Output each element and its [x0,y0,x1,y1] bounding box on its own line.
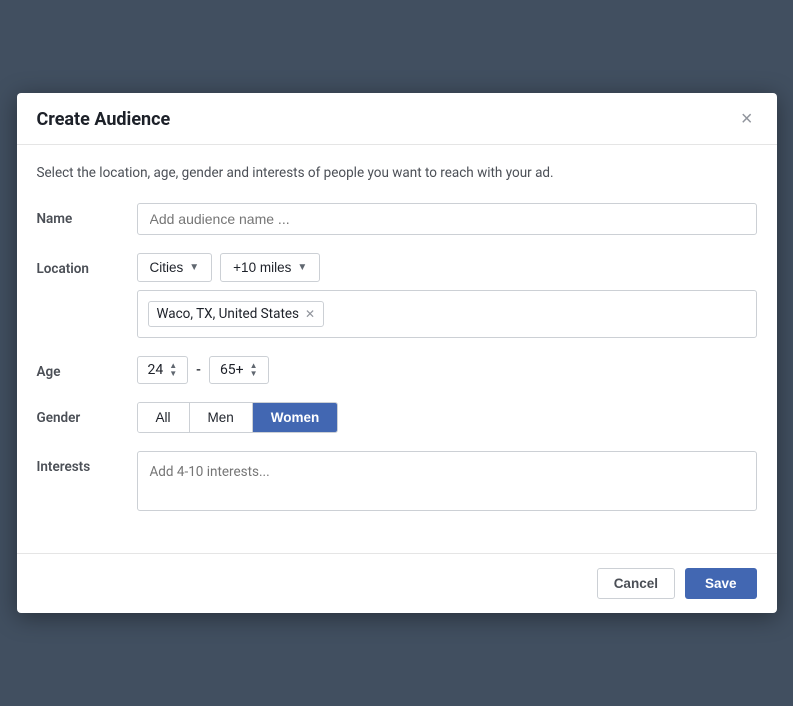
age-min-value: 24 [148,362,164,378]
location-dropdowns: Cities ▼ +10 miles ▼ [137,253,757,282]
age-min-spinner[interactable]: 24 ▲ ▼ [137,356,189,384]
age-label: Age [37,356,137,380]
age-separator: - [196,362,201,378]
location-radius-dropdown[interactable]: +10 miles ▼ [220,253,320,282]
name-input[interactable] [137,203,757,235]
modal-body: Select the location, age, gender and int… [17,145,777,553]
interests-control [137,451,757,515]
age-min-arrows[interactable]: ▲ ▼ [169,362,177,378]
modal-header: Create Audience × [17,93,777,145]
gender-all-button[interactable]: All [138,403,190,432]
location-radius-label: +10 miles [233,260,291,275]
close-button[interactable]: × [737,109,757,129]
location-control: Cities ▼ +10 miles ▼ Waco, TX, United St… [137,253,757,338]
location-type-dropdown[interactable]: Cities ▼ [137,253,213,282]
gender-button-group: All Men Women [137,402,339,433]
location-tag-text: Waco, TX, United States [157,306,299,322]
save-button[interactable]: Save [685,568,757,599]
cancel-button[interactable]: Cancel [597,568,675,599]
interests-input[interactable] [137,451,757,511]
gender-control: All Men Women [137,402,757,433]
gender-row: Gender All Men Women [37,402,757,433]
name-control [137,203,757,235]
location-label: Location [37,253,137,277]
age-max-value: 65+ [220,362,244,378]
location-input-box[interactable]: Waco, TX, United States ✕ [137,290,757,338]
gender-label: Gender [37,402,137,426]
age-inputs: 24 ▲ ▼ - 65+ ▲ ▼ [137,356,757,384]
age-max-spinner[interactable]: 65+ ▲ ▼ [209,356,269,384]
age-max-arrows[interactable]: ▲ ▼ [250,362,258,378]
name-row: Name [37,203,757,235]
age-row: Age 24 ▲ ▼ - 65+ [37,356,757,384]
name-label: Name [37,203,137,227]
chevron-down-icon-2: ▼ [297,262,307,273]
location-row: Location Cities ▼ +10 miles ▼ [37,253,757,338]
gender-men-button[interactable]: Men [190,403,253,432]
location-tag-remove[interactable]: ✕ [305,308,315,320]
down-arrow-icon: ▼ [169,370,177,378]
create-audience-modal: Create Audience × Select the location, a… [17,93,777,613]
gender-women-button[interactable]: Women [253,403,338,432]
modal-title: Create Audience [37,109,171,130]
interests-row: Interests [37,451,757,515]
modal-footer: Cancel Save [17,553,777,613]
location-tag: Waco, TX, United States ✕ [148,301,325,327]
interests-label: Interests [37,451,137,475]
chevron-down-icon: ▼ [189,262,199,273]
modal-subtitle: Select the location, age, gender and int… [37,163,757,183]
modal-overlay: Create Audience × Select the location, a… [0,0,793,706]
age-control: 24 ▲ ▼ - 65+ ▲ ▼ [137,356,757,384]
down-arrow-icon-2: ▼ [250,370,258,378]
location-type-label: Cities [150,260,184,275]
